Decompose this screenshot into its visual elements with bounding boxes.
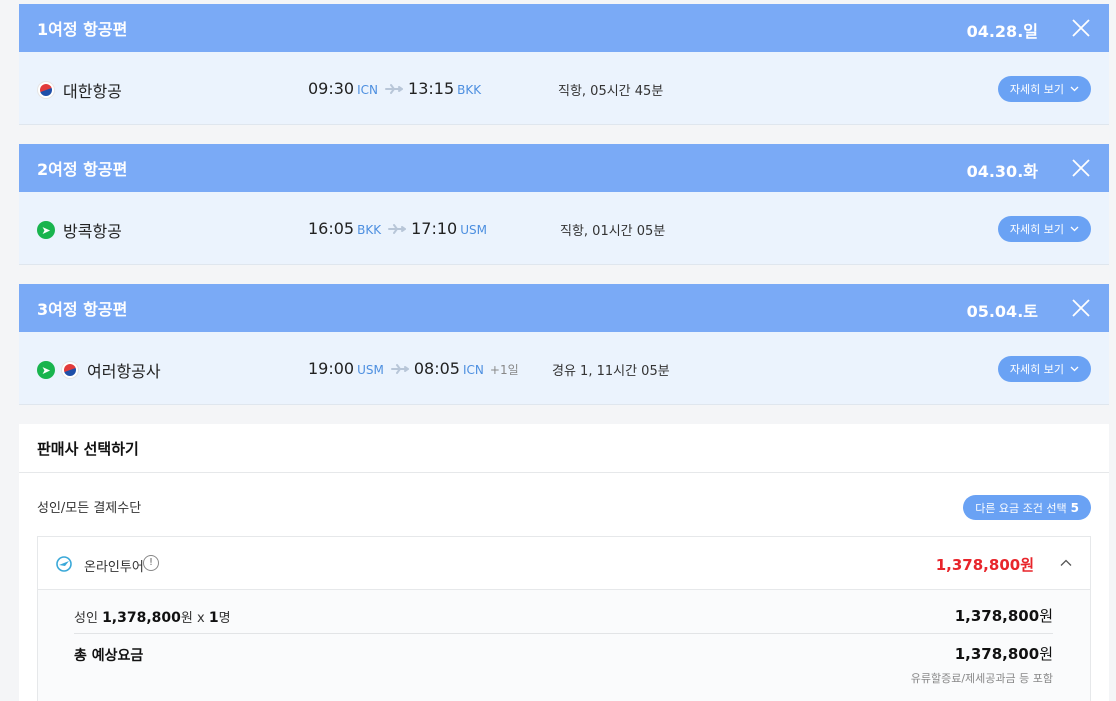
flight-summary-row: ➤ 방콕항공 16:05 BKK 17:10 USM 직항, 01시간 05분 … [19, 192, 1109, 265]
arrival-airport-code: ICN [462, 363, 484, 377]
close-icon[interactable] [1071, 298, 1091, 318]
flight-summary-row: 대한항공 09:30 ICN 13:15 BKK 직항, 05시간 45분 자세… [19, 52, 1109, 125]
korean-air-logo-icon [61, 361, 79, 379]
agency-offer-header[interactable]: 온라인투어 ! 1,378,800원 [38, 537, 1090, 590]
agency-name: 온라인투어 [84, 560, 144, 575]
flight-title: 1여정 항공편 [37, 20, 128, 39]
airplane-icon [390, 363, 409, 374]
breakdown-count: 1 [208, 610, 219, 626]
flight-duration-info: 직항, 01시간 05분 [560, 224, 666, 239]
airline-info: ➤ 방콕항공 [37, 218, 122, 242]
view-details-button[interactable]: 자세히 보기 [997, 76, 1091, 102]
airline-name: 여러항공사 [87, 362, 161, 381]
flight-times: 09:30 ICN 13:15 BKK [308, 79, 481, 98]
departure-time: 09:30 [308, 79, 355, 98]
flight-card-3: 3여정 항공편 05.04.토 ➤ 여러항공사 19:00 USM 08:05 … [19, 284, 1109, 405]
flight-times: 16:05 BKK 17:10 USM [308, 219, 487, 238]
agency-offer: 온라인투어 ! 1,378,800원 성인 1,378,800원 x 1명 1,… [37, 536, 1091, 701]
flight-card-2: 2여정 항공편 04.30.화 ➤ 방콕항공 16:05 BKK 17:10 U… [19, 144, 1109, 265]
total-fare-amount: 1,378,800 [954, 645, 1040, 663]
total-estimated-fare-label: 총 예상요금 [74, 648, 144, 664]
flight-duration-info: 직항, 05시간 45분 [558, 84, 664, 99]
onlinetour-logo-icon [56, 556, 72, 572]
airline-info: 대한항공 [37, 78, 122, 102]
chevron-down-icon [1070, 226, 1079, 232]
seller-selection-panel: 판매사 선택하기 성인/모든 결제수단 다른 요금 조건 선택 5 온라인투어 … [19, 424, 1109, 701]
adult-fare-amount: 1,378,800 [954, 607, 1040, 625]
breakdown-prefix: 성인 [74, 611, 98, 626]
view-details-button[interactable]: 자세히 보기 [997, 356, 1091, 382]
view-details-label: 자세히 보기 [1009, 223, 1064, 236]
info-icon[interactable]: ! [143, 555, 159, 571]
view-details-button[interactable]: 자세히 보기 [997, 216, 1091, 242]
view-details-label: 자세히 보기 [1009, 83, 1064, 96]
seller-title: 판매사 선택하기 [37, 439, 139, 458]
fare-condition-label: 성인/모든 결제수단 [37, 501, 142, 516]
departure-time: 16:05 [308, 219, 355, 238]
arrival-time: 17:10 [411, 219, 458, 238]
currency-unit: 원 [1039, 645, 1053, 663]
other-fare-conditions-button[interactable]: 다른 요금 조건 선택 5 [963, 495, 1091, 520]
chevron-up-icon[interactable] [1060, 557, 1072, 569]
flight-card-1: 1여정 항공편 04.28.일 대한항공 09:30 ICN 13:15 BKK… [19, 4, 1109, 125]
arrival-time: 13:15 [408, 79, 455, 98]
flight-date: 05.04.토 [966, 302, 1038, 321]
flight-card-header: 1여정 항공편 04.28.일 [19, 4, 1109, 52]
agency-price: 1,378,800원 [935, 556, 1034, 574]
departure-airport-code: BKK [357, 223, 382, 237]
breakdown-suffix: 명 [218, 611, 231, 626]
flight-times: 19:00 USM 08:05 ICN +1일 [308, 359, 519, 378]
adult-fare-price: 1,378,800원 [955, 605, 1053, 626]
flight-date: 04.30.화 [966, 162, 1038, 181]
bangkok-airways-logo-icon: ➤ [37, 361, 55, 379]
other-fare-count: 5 [1070, 500, 1079, 515]
divider [74, 633, 1053, 634]
total-estimated-fare-price: 1,378,800원 [955, 643, 1053, 664]
adult-fare-breakdown: 성인 1,378,800원 x 1명 [74, 607, 231, 626]
breakdown-amount: 1,378,800 [102, 610, 181, 626]
airplane-icon [385, 83, 404, 94]
flight-date: 04.28.일 [966, 22, 1038, 41]
korean-air-logo-icon [37, 81, 55, 99]
fare-inclusion-note: 유류할증료/제세공과금 등 포함 [910, 672, 1053, 685]
airline-info: ➤ 여러항공사 [37, 358, 161, 382]
flight-summary-row: ➤ 여러항공사 19:00 USM 08:05 ICN +1일 경유 1, 11… [19, 332, 1109, 405]
airplane-icon [388, 223, 407, 234]
departure-airport-code: USM [357, 363, 384, 377]
departure-time: 19:00 [308, 359, 355, 378]
view-details-label: 자세히 보기 [1009, 363, 1064, 376]
other-fare-label: 다른 요금 조건 선택 [975, 501, 1067, 515]
close-icon[interactable] [1071, 18, 1091, 38]
arrival-airport-code: BKK [457, 83, 482, 97]
flight-title: 3여정 항공편 [37, 300, 128, 319]
chevron-down-icon [1070, 366, 1079, 372]
close-icon[interactable] [1071, 158, 1091, 178]
flight-title: 2여정 항공편 [37, 160, 128, 179]
arrival-time: 08:05 [413, 359, 460, 378]
chevron-down-icon [1070, 86, 1079, 92]
airline-name: 방콕항공 [63, 222, 122, 241]
flight-duration-info: 경유 1, 11시간 05분 [552, 364, 670, 379]
seller-header: 판매사 선택하기 [19, 424, 1109, 473]
next-day-indicator: +1일 [489, 363, 519, 377]
currency-unit: 원 [1039, 607, 1053, 625]
arrival-airport-code: USM [460, 223, 487, 237]
breakdown-unit: 원 x [180, 611, 205, 626]
flight-card-header: 2여정 항공편 04.30.화 [19, 144, 1109, 192]
airline-name: 대한항공 [63, 82, 122, 101]
bangkok-airways-logo-icon: ➤ [37, 221, 55, 239]
flight-card-header: 3여정 항공편 05.04.토 [19, 284, 1109, 332]
departure-airport-code: ICN [357, 83, 379, 97]
